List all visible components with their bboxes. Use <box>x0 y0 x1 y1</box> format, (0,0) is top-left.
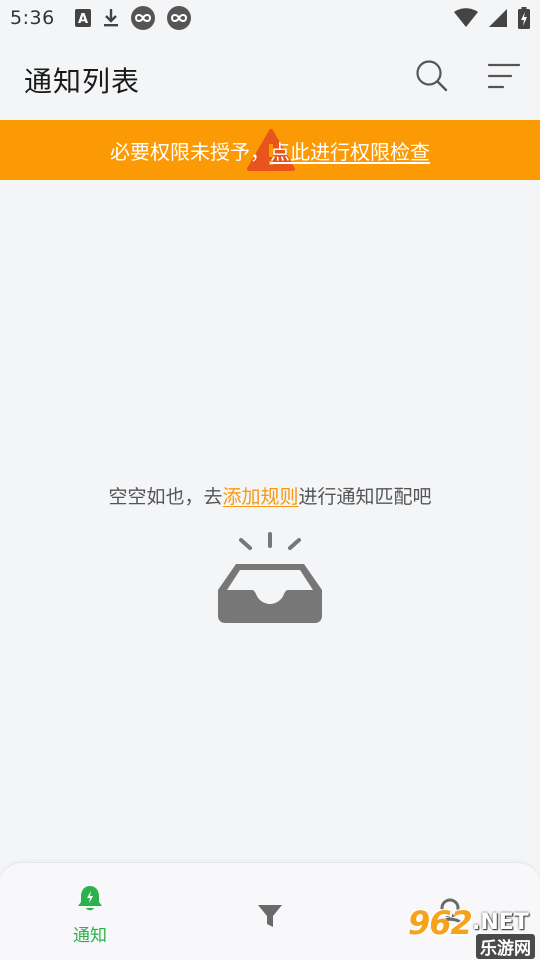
watermark-site-name: 乐游网 <box>476 934 535 959</box>
permission-warning-banner[interactable]: 必要权限未授予，点此进行权限检查 <box>0 120 540 180</box>
sort-menu-icon <box>487 62 521 94</box>
cell-signal-icon <box>488 8 508 28</box>
nav-label-notifications: 通知 <box>73 926 107 946</box>
bell-icon <box>77 883 103 913</box>
page-title: 通知列表 <box>24 65 141 98</box>
empty-state-message: 空空如也，去添加规则进行通知匹配吧 <box>0 482 540 509</box>
nav-tab-rules[interactable] <box>180 863 360 960</box>
font-a-icon: A <box>74 9 91 27</box>
banner-prefix: 必要权限未授予， <box>110 139 270 164</box>
permission-check-link[interactable]: 点此进行权限检查 <box>270 140 430 164</box>
site-watermark: 962 .NET 乐游网 <box>398 896 538 959</box>
watermark-number: 962 <box>408 904 473 942</box>
app-header: 通知列表 <box>0 36 540 120</box>
search-button[interactable] <box>412 58 452 98</box>
wifi-icon <box>454 8 478 28</box>
watermark-net: .NET <box>472 910 529 935</box>
add-rule-link[interactable]: 添加规则 <box>222 486 298 508</box>
status-right-icons <box>444 7 530 29</box>
infinity-icon <box>166 6 191 30</box>
svg-text:A: A <box>78 12 88 27</box>
filter-icon <box>257 901 283 931</box>
sort-menu-button[interactable] <box>484 58 524 98</box>
nav-tab-notifications[interactable]: 通知 <box>0 863 180 960</box>
download-icon <box>103 8 119 28</box>
infinity-icon <box>130 6 155 30</box>
status-time: 5:36 <box>10 7 55 29</box>
banner-message: 必要权限未授予，点此进行权限检查 <box>110 136 430 165</box>
empty-inbox-icon <box>212 530 328 626</box>
search-icon <box>415 59 449 97</box>
status-bar: 5:36 A <box>0 0 540 36</box>
empty-text-after: 进行通知匹配吧 <box>298 486 432 508</box>
empty-text-before: 空空如也，去 <box>108 486 223 508</box>
battery-charging-icon <box>518 7 530 29</box>
